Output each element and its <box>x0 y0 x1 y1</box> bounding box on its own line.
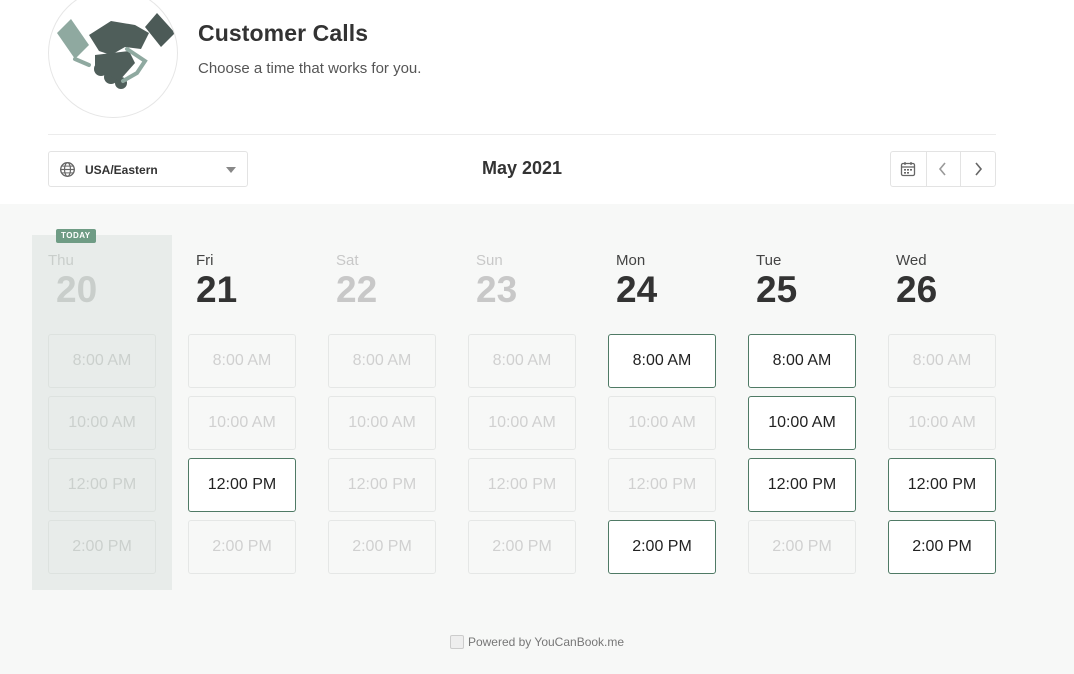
time-slot-unavailable: 10:00 AM <box>608 396 716 450</box>
time-slot-button[interactable]: 8:00 AM <box>608 334 716 388</box>
next-week-button[interactable] <box>960 152 995 186</box>
day-name: Tue <box>756 252 782 269</box>
time-slot-unavailable: 10:00 AM <box>188 396 296 450</box>
time-slot-button[interactable]: 8:00 AM <box>748 334 856 388</box>
day-number: 20 <box>56 269 98 310</box>
day-name: Wed <box>896 252 927 269</box>
page-title: Customer Calls <box>198 20 369 46</box>
timezone-value: USA/Eastern <box>85 163 158 177</box>
page-header: Customer Calls Choose a time that works … <box>0 0 1074 204</box>
chevron-right-icon <box>975 162 983 176</box>
globe-icon <box>60 162 75 177</box>
header-divider <box>48 134 996 135</box>
time-slot-button[interactable]: 2:00 PM <box>608 520 716 574</box>
page-subtitle: Choose a time that works for you. <box>198 60 422 77</box>
time-slot-unavailable: 10:00 AM <box>888 396 996 450</box>
time-slot-button[interactable]: 10:00 AM <box>748 396 856 450</box>
time-slot-unavailable: 8:00 AM <box>48 334 156 388</box>
calendar-picker-button[interactable] <box>891 152 926 186</box>
day-name: Sat <box>336 252 359 269</box>
time-slot-button[interactable]: 2:00 PM <box>888 520 996 574</box>
time-slot-unavailable: 8:00 AM <box>188 334 296 388</box>
footer[interactable]: Powered by YouCanBook.me <box>0 635 1074 649</box>
footer-text: Powered by YouCanBook.me <box>467 635 625 649</box>
day-name: Fri <box>196 252 214 269</box>
timezone-select[interactable]: USA/Eastern <box>48 151 248 187</box>
availability-calendar: TODAY Thu 20 8:00 AM 10:00 AM 12:00 PM 2:00 P… <box>0 204 1074 674</box>
time-slot-unavailable: 8:00 AM <box>328 334 436 388</box>
day-number: 23 <box>476 269 518 310</box>
time-slot-unavailable: 8:00 AM <box>888 334 996 388</box>
chevron-left-icon <box>939 162 947 176</box>
today-badge: TODAY <box>56 229 96 243</box>
time-slot-unavailable: 2:00 PM <box>468 520 576 574</box>
youcanbook-me-icon <box>449 635 464 649</box>
day-name: Thu <box>48 252 74 269</box>
time-slot-unavailable: 12:00 PM <box>48 458 156 512</box>
date-navigation <box>890 151 996 187</box>
time-slot-unavailable: 12:00 PM <box>468 458 576 512</box>
time-slot-button[interactable]: 12:00 PM <box>888 458 996 512</box>
caret-down-icon <box>226 167 236 173</box>
time-slot-unavailable: 10:00 AM <box>328 396 436 450</box>
time-slot-unavailable: 2:00 PM <box>188 520 296 574</box>
time-slot-button[interactable]: 12:00 PM <box>748 458 856 512</box>
day-number: 25 <box>756 269 798 310</box>
day-number: 26 <box>896 269 938 310</box>
time-slot-unavailable: 2:00 PM <box>328 520 436 574</box>
time-slot-unavailable: 2:00 PM <box>748 520 856 574</box>
previous-week-button[interactable] <box>925 152 961 186</box>
day-name: Sun <box>476 252 503 269</box>
time-slot-unavailable: 2:00 PM <box>48 520 156 574</box>
calendar-icon <box>901 162 916 177</box>
time-slot-unavailable: 8:00 AM <box>468 334 576 388</box>
time-slot-unavailable: 12:00 PM <box>608 458 716 512</box>
time-slot-unavailable: 10:00 AM <box>468 396 576 450</box>
day-number: 21 <box>196 269 238 310</box>
day-number: 24 <box>616 269 658 310</box>
time-slot-unavailable: 12:00 PM <box>328 458 436 512</box>
month-label: May 2021 <box>481 158 563 178</box>
time-slot-button[interactable]: 12:00 PM <box>188 458 296 512</box>
day-name: Mon <box>616 252 646 269</box>
time-slot-unavailable: 10:00 AM <box>48 396 156 450</box>
day-number: 22 <box>336 269 378 310</box>
handshake-icon <box>48 0 178 118</box>
